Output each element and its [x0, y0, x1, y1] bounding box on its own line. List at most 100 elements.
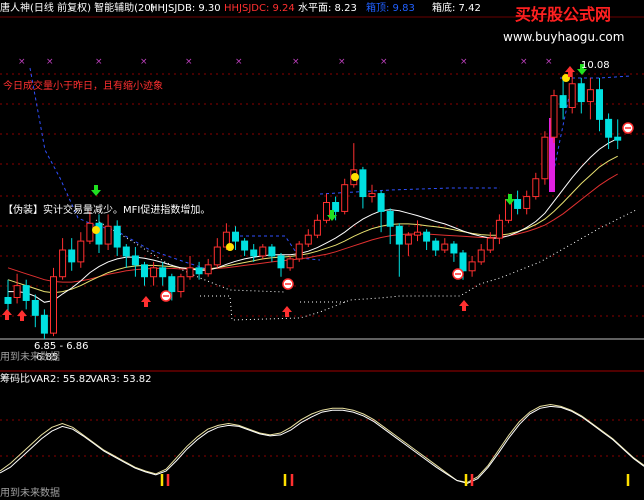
candle — [204, 264, 212, 275]
candle — [77, 240, 85, 263]
signal-red-note: 今日成交量小于昨日，且有缩小迹象 — [3, 81, 163, 92]
buy-arrow-icon — [459, 300, 469, 311]
candle — [277, 255, 285, 269]
indicator-value: HHJSJDB: 9.30 — [150, 3, 221, 14]
candle — [295, 243, 303, 260]
candle — [423, 231, 431, 242]
x-marker: × — [18, 57, 26, 67]
x-marker: × — [140, 57, 148, 67]
candle — [486, 237, 494, 251]
x-marker: × — [185, 57, 193, 67]
x-marker: × — [380, 57, 388, 67]
candle — [122, 246, 130, 257]
yellow-dot-marker — [351, 173, 359, 181]
var2-line — [0, 403, 644, 483]
buy-arrow-icon — [141, 296, 151, 307]
candle — [131, 255, 139, 266]
candle — [22, 285, 30, 301]
candle — [577, 83, 585, 103]
candle — [404, 234, 412, 245]
indicator-value: 水平面: 8.23 — [298, 3, 357, 14]
future-data-note: 用到未来数据 — [0, 352, 60, 363]
candle — [532, 178, 540, 198]
candle — [213, 246, 221, 266]
x-marker: × — [460, 57, 468, 67]
candle — [386, 210, 394, 227]
candle — [477, 249, 485, 263]
candle — [4, 297, 12, 304]
buy-arrow-icon — [17, 310, 27, 321]
candle — [168, 276, 176, 293]
candle — [186, 267, 194, 278]
watermark-url: www.buyhaogu.com — [503, 30, 625, 44]
var3-label: VAR3: 53.82 — [90, 374, 152, 385]
candle — [450, 243, 458, 254]
candle — [31, 299, 39, 316]
candle — [113, 225, 121, 248]
candle — [241, 240, 249, 251]
candle — [377, 193, 385, 212]
x-marker: × — [545, 57, 553, 67]
candle — [568, 83, 576, 108]
candle — [495, 219, 503, 239]
sub-panel-title: 筹码比 — [0, 374, 30, 385]
candle — [68, 249, 76, 263]
candle — [341, 184, 349, 212]
candle — [559, 95, 567, 108]
candle — [13, 285, 21, 298]
candle — [141, 264, 148, 278]
candle — [359, 169, 367, 198]
indicator-value: 箱顶: 9.83 — [366, 3, 415, 14]
candle — [368, 193, 376, 198]
future-data-note-sub: 用到未来数据 — [0, 488, 60, 499]
x-marker: × — [95, 57, 103, 67]
candle — [195, 267, 203, 275]
candle — [468, 261, 476, 272]
candle — [40, 314, 48, 334]
candle — [232, 231, 239, 242]
candle — [395, 225, 403, 245]
candle — [104, 225, 112, 245]
candle — [50, 276, 57, 334]
candle — [286, 258, 294, 269]
sub-panel-layer — [0, 403, 644, 486]
candle — [86, 222, 94, 242]
stock-title: 唐人神(日线 前复权) 智能辅助(20) — [0, 3, 155, 14]
candle — [304, 234, 312, 245]
candle — [59, 249, 67, 278]
overlay-layer — [29, 67, 637, 321]
candle — [614, 136, 622, 141]
var2-label: VAR2: 55.82 — [30, 374, 92, 385]
indicator-value: 箱底: 7.42 — [432, 3, 481, 14]
x-marker: × — [520, 57, 528, 67]
x-marker: × — [235, 57, 243, 67]
candle — [250, 249, 258, 257]
candle — [313, 219, 321, 236]
candle — [259, 246, 267, 257]
buy-arrow-icon — [282, 306, 292, 317]
candle — [523, 196, 531, 209]
candle — [441, 243, 449, 251]
sell-arrow-icon — [91, 185, 101, 196]
buy-arrow-icon — [2, 309, 12, 320]
x-marker: × — [292, 57, 300, 67]
yellow-dot-marker — [226, 243, 234, 251]
candle — [459, 252, 467, 272]
price-high-label: 10.08 — [581, 60, 610, 71]
yellow-dot-marker — [92, 226, 100, 234]
candle — [586, 89, 594, 103]
chart-canvas[interactable]: × × × × × × × × × × × × — [0, 0, 644, 500]
indicator-value: HHJSJDC: 9.24 — [224, 3, 295, 14]
candle — [177, 276, 185, 293]
candle — [550, 95, 558, 138]
candle — [432, 240, 440, 251]
candle — [150, 267, 158, 278]
candle — [605, 118, 613, 138]
candle — [514, 199, 522, 209]
candle — [268, 246, 276, 257]
stock-chart-window: × × × × × × × × × × × × 唐人神(日线 前复权) 智能辅助(20) HHJSJD… — [0, 0, 644, 500]
candle — [596, 89, 603, 120]
x-marker: × — [46, 57, 54, 67]
candle — [323, 202, 330, 221]
candle — [159, 267, 167, 278]
